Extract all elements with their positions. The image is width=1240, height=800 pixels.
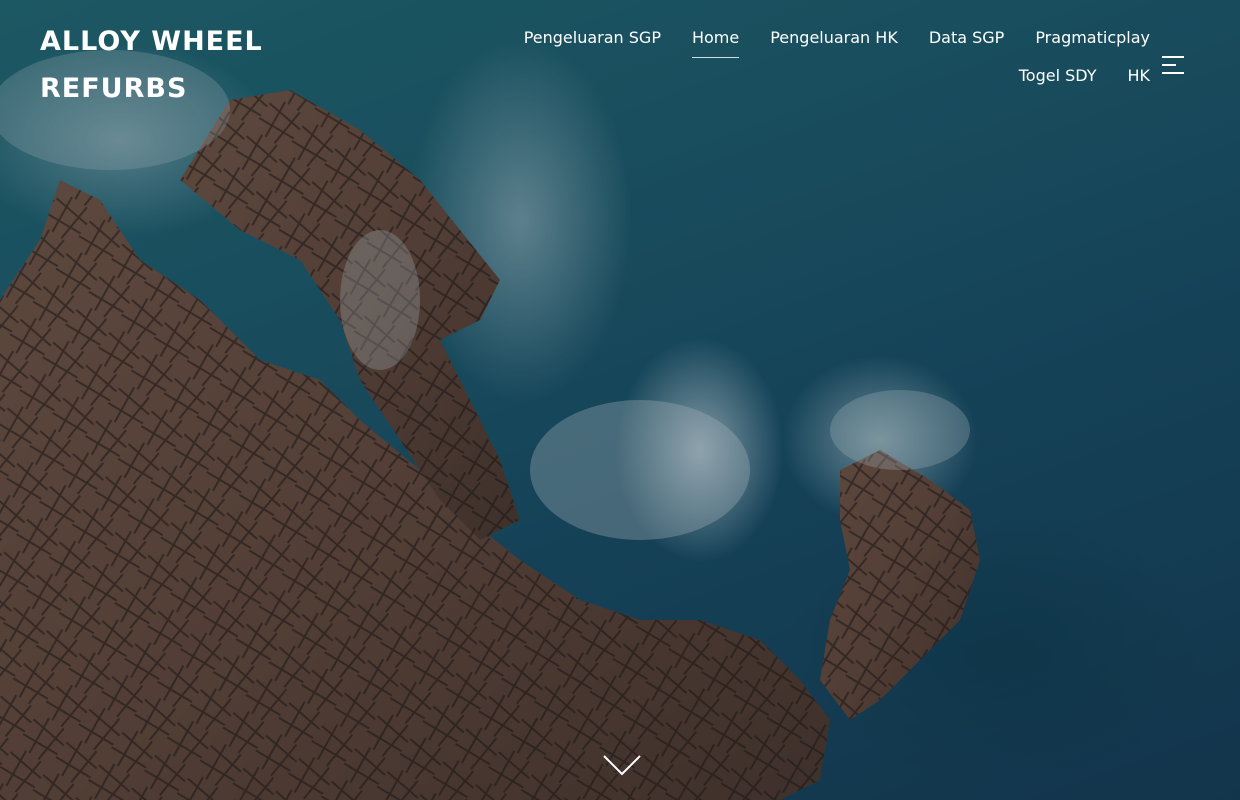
nav-item-data-sgp[interactable]: Data SGP [929,28,1005,48]
chevron-down-icon[interactable] [602,752,642,780]
nav-item-pragmaticplay[interactable]: Pragmaticplay [1035,28,1150,48]
nav-item-hk[interactable]: HK [1127,66,1150,86]
site-title[interactable]: ALLOY WHEEL REFURBS [40,18,280,112]
main-navigation: Pengeluaran SGP Home Pengeluaran HK Data… [470,28,1150,86]
nav-item-pengeluaran-hk[interactable]: Pengeluaran HK [770,28,898,48]
nav-item-home[interactable]: Home [691,28,740,58]
nav-item-pengeluaran-sgp[interactable]: Pengeluaran SGP [524,28,661,48]
sidebar-menu-icon[interactable] [1162,55,1186,75]
nav-item-togel-sdy[interactable]: Togel SDY [1019,66,1097,86]
hero-section: ALLOY WHEEL REFURBS Pengeluaran SGP Home… [0,0,1240,800]
hero-overlay [0,0,1240,800]
